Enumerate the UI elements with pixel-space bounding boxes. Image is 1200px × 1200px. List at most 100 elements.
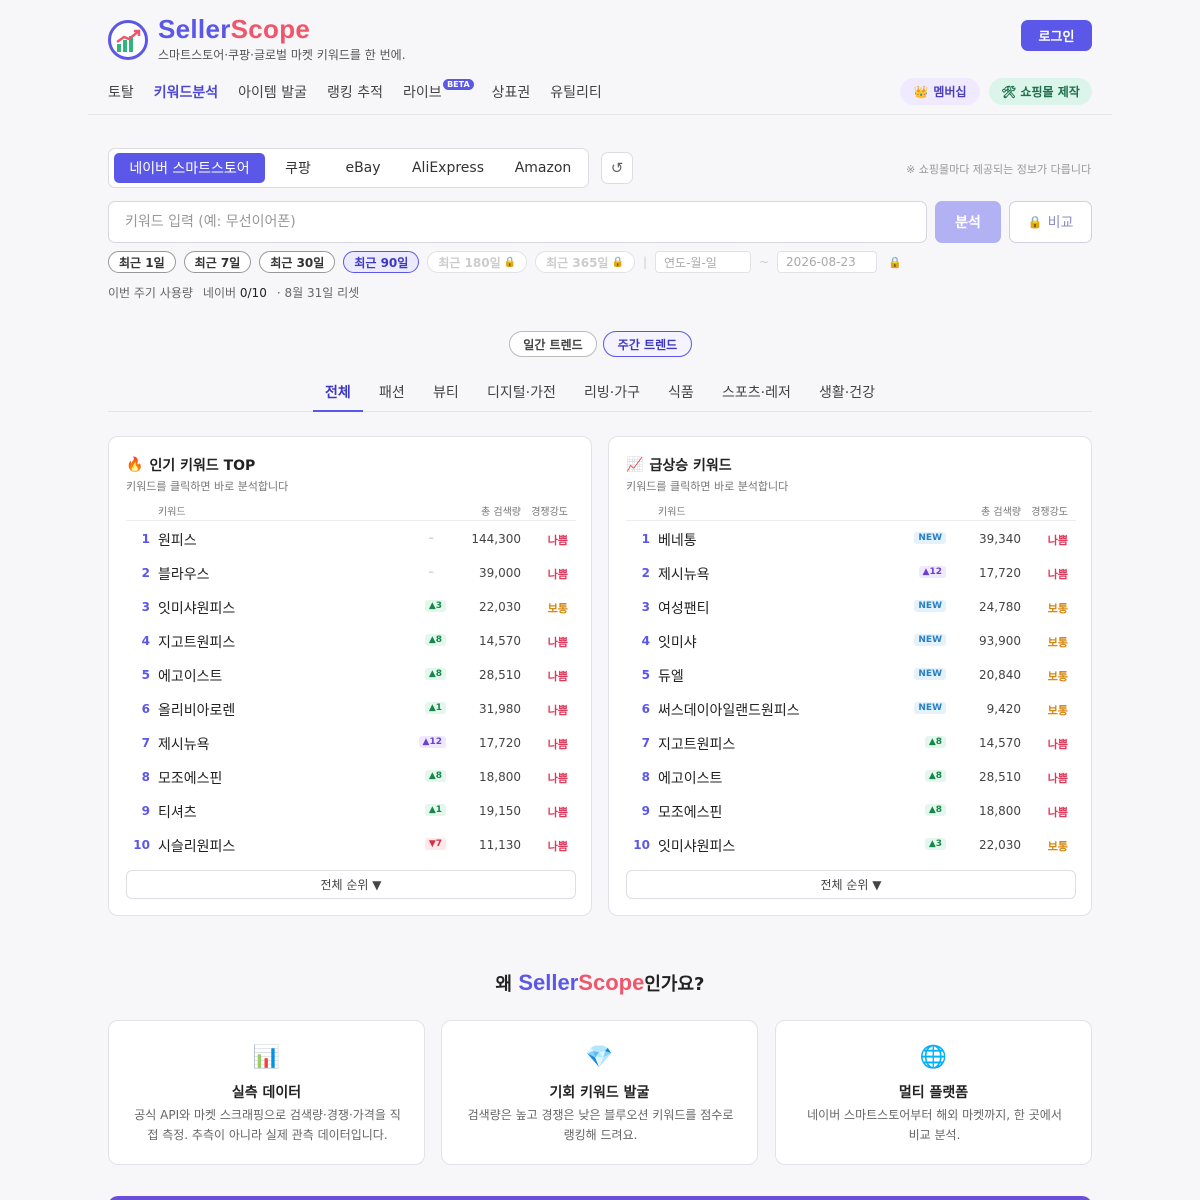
keyword-row[interactable]: 2 제시뉴욕 ▲12 17,720 나쁨 [626,556,1076,590]
category-living[interactable]: 리빙·가구 [584,382,640,411]
category-fashion[interactable]: 패션 [379,382,405,411]
feature-card-real-data: 📊 실측 데이터 공식 API와 마켓 스크래핑으로 검색량·경쟁·가격을 직접… [108,1020,425,1165]
tab-amazon[interactable]: Amazon [503,153,583,183]
analyze-button[interactable]: 분석 [935,201,1001,243]
nav-item-2[interactable]: 아이템 발굴 [238,82,307,102]
date-from-input[interactable]: 연도-월-일 [654,251,751,273]
popular-keywords-panel: 🔥 인기 키워드 TOP 키워드를 클릭하면 바로 분석합니다 키워드 총 검색량… [108,436,592,916]
keyword-row[interactable]: 7 지고트원피스 ▲8 14,570 나쁨 [626,726,1076,760]
date-to-input[interactable]: 2026-08-23 [777,251,878,273]
nav-item-6[interactable]: 유틸리티 [550,82,602,102]
tagline: 스마트스토어·쿠팡·글로벌 마켓 키워드를 한 번에. [158,48,406,62]
keyword-row[interactable]: 6 써스데이아일랜드원피스 NEW 9,420 보통 [626,692,1076,726]
daily-trend-button[interactable]: 일간 트렌드 [509,331,597,357]
competition-level: 보통 [1047,704,1068,717]
nav-item-3[interactable]: 랭킹 추적 [327,82,383,102]
category-health[interactable]: 생활·건강 [819,382,875,411]
search-volume: 14,570 [479,634,521,648]
rank-change-badge: ▲8 [424,668,446,680]
period-1d[interactable]: 최근 1일 [108,251,176,273]
rank-number: 2 [141,566,150,580]
globe-icon: 🌐 [919,1045,948,1070]
keyword-row[interactable]: 10 시슬리원피스 ▼7 11,130 나쁨 [126,828,576,862]
keyword-text: 에고이스트 [658,771,723,787]
brand-name[interactable]: SellerScope [158,14,310,45]
competition-level: 나쁨 [547,534,568,547]
rank-number: 2 [641,566,650,580]
login-button[interactable]: 로그인 [1021,20,1092,51]
membership-button[interactable]: 👑 멤버십 [900,78,980,105]
tab-coupang[interactable]: 쿠팡 [273,153,323,183]
fire-icon: 🔥 [126,457,144,473]
keyword-text: 베네통 [658,533,697,549]
category-sports[interactable]: 스포츠·레저 [722,382,791,411]
competition-level: 나쁨 [1047,534,1068,547]
rising-more-button[interactable]: 전체 순위 ▼ [626,870,1076,899]
keyword-text: 잇미샤원피스 [158,601,236,617]
nav-item-0[interactable]: 토탈 [108,82,134,102]
period-7d[interactable]: 최근 7일 [183,251,252,273]
period-30d[interactable]: 최근 30일 [259,251,336,273]
rank-change-badge: NEW [914,668,946,680]
search-volume: 18,800 [979,804,1021,818]
keyword-row[interactable]: 6 올리비아로렌 ▲1 31,980 나쁨 [126,692,576,726]
keyword-row[interactable]: 9 티셔츠 ▲1 19,150 나쁨 [126,794,576,828]
keyword-row[interactable]: 1 베네통 NEW 39,340 나쁨 [626,522,1076,556]
rank-change-badge: ▼7 [424,838,446,850]
keyword-row[interactable]: 4 잇미샤 NEW 93,900 보통 [626,624,1076,658]
weekly-trend-button[interactable]: 주간 트렌드 [603,331,692,357]
keyword-row[interactable]: 8 에고이스트 ▲8 28,510 나쁨 [626,760,1076,794]
rank-change-badge: ▲8 [924,736,946,748]
period-selector: 최근 1일 최근 7일 최근 30일 최근 90일 최근 180일 🔒 최근 36… [108,251,902,273]
category-digital[interactable]: 디지털·가전 [487,382,556,411]
tab-naver[interactable]: 네이버 스마트스토어 [114,153,265,183]
search-volume: 20,840 [979,668,1021,682]
trending-chart-icon: 📈 [626,457,644,473]
compare-button[interactable]: 🔒 비교 [1009,201,1092,243]
chart-icon: 📊 [252,1045,281,1070]
keyword-row[interactable]: 3 여성팬티 NEW 24,780 보통 [626,590,1076,624]
search-volume: 11,130 [479,838,521,852]
rank-change-badge: ▲8 [424,634,446,646]
table-header: 키워드 총 검색량 경쟁강도 [626,499,1076,521]
keyword-row[interactable]: 8 모조에스핀 ▲8 18,800 나쁨 [126,760,576,794]
keyword-row[interactable]: 3 잇미샤원피스 ▲3 22,030 보통 [126,590,576,624]
nav-item-5[interactable]: 상표권 [492,82,531,102]
why-heading: 왜 SellerScope인가요? [495,970,705,995]
keyword-text: 제시뉴욕 [658,567,710,583]
tab-ebay[interactable]: eBay [333,153,393,183]
platform-tabs: 네이버 스마트스토어 쿠팡 eBay AliExpress Amazon [108,148,589,188]
rank-change-badge: – [428,565,435,578]
logo-chart-icon[interactable] [108,20,148,60]
rank-number: 8 [641,770,650,784]
tab-aliexpress[interactable]: AliExpress [403,153,493,183]
period-180d[interactable]: 최근 180일 🔒 [427,251,528,273]
nav-item-4[interactable]: 라이브 BETA [403,79,474,102]
keyword-row[interactable]: 5 듀엘 NEW 20,840 보통 [626,658,1076,692]
keyword-row[interactable]: 10 잇미샤원피스 ▲3 22,030 보통 [626,828,1076,862]
keyword-row[interactable]: 7 제시뉴욕 ▲12 17,720 나쁨 [126,726,576,760]
refresh-icon[interactable]: ↺ [601,152,633,184]
search-volume: 31,980 [479,702,521,716]
rank-number: 4 [141,634,150,648]
keyword-row[interactable]: 5 에고이스트 ▲8 28,510 나쁨 [126,658,576,692]
shop-build-button[interactable]: 🛠 쇼핑몰 제작 [989,78,1092,105]
rank-number: 9 [641,804,650,818]
keyword-row[interactable]: 2 블라우스 – 39,000 나쁨 [126,556,576,590]
category-beauty[interactable]: 뷰티 [433,382,459,411]
nav-item-1[interactable]: 키워드분석 [154,82,218,102]
keyword-row[interactable]: 1 원피스 – 144,300 나쁨 [126,522,576,556]
period-90d[interactable]: 최근 90일 [343,251,420,273]
category-all[interactable]: 전체 [313,382,363,412]
feature-card-multi-platform: 🌐 멀티 플랫폼 네이버 스마트스토어부터 해외 마켓까지, 한 곳에서 비교 … [775,1020,1092,1165]
period-365d[interactable]: 최근 365일 🔒 [535,251,635,273]
rank-change-badge: ▲1 [424,702,446,714]
keyword-search-input[interactable] [108,201,927,243]
keyword-row[interactable]: 9 모조에스핀 ▲8 18,800 나쁨 [626,794,1076,828]
rank-change-badge: ▲3 [924,838,946,850]
keyword-row[interactable]: 4 지고트원피스 ▲8 14,570 나쁨 [126,624,576,658]
category-food[interactable]: 식품 [668,382,694,411]
competition-level: 나쁨 [547,670,568,683]
competition-level: 나쁨 [547,568,568,581]
popular-more-button[interactable]: 전체 순위 ▼ [126,870,576,899]
